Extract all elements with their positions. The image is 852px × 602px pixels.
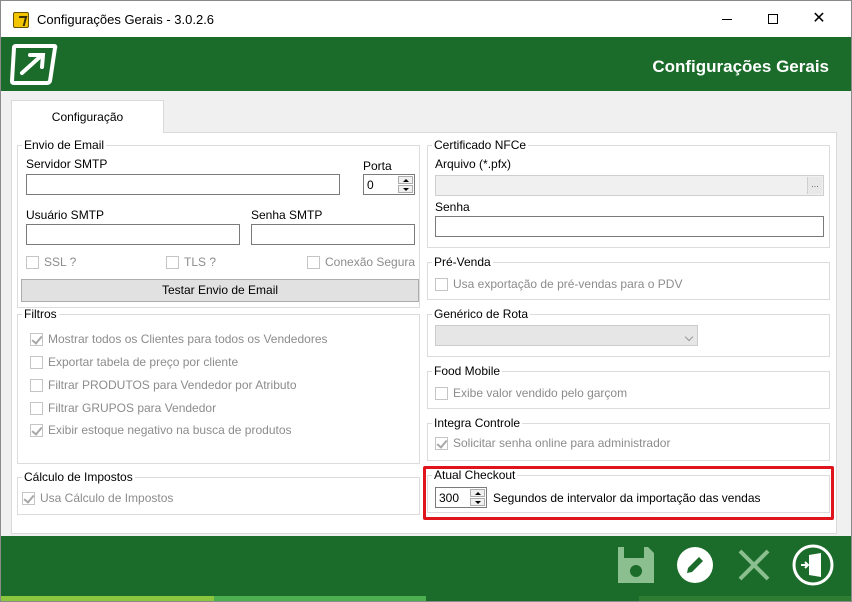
smtp-password-label: Senha SMTP bbox=[251, 208, 323, 222]
spin-up-icon[interactable] bbox=[398, 176, 413, 184]
filter-checkbox-negative-stock[interactable]: Exibir estoque negativo na busca de prod… bbox=[30, 424, 292, 437]
secure-connection-label: Conexão Segura bbox=[325, 255, 416, 269]
save-icon[interactable] bbox=[614, 543, 658, 587]
checkbox-icon bbox=[435, 278, 448, 291]
edit-icon[interactable] bbox=[673, 543, 717, 587]
certificate-file-label: Arquivo (*.pfx) bbox=[435, 157, 512, 171]
ssl-label: SSL ? bbox=[44, 255, 77, 269]
filters-group: Filtros Mostrar todos os Clientes para t… bbox=[17, 308, 420, 464]
checkbox-icon bbox=[30, 402, 43, 415]
secure-connection-checkbox[interactable]: Conexão Segura bbox=[307, 256, 415, 269]
checkbox-checked-icon bbox=[22, 492, 35, 505]
browse-file-button[interactable]: ... bbox=[807, 177, 822, 194]
cancel-icon[interactable] bbox=[732, 543, 776, 587]
tls-checkbox[interactable]: TLS ? bbox=[166, 256, 216, 269]
smtp-password-input[interactable] bbox=[251, 224, 415, 245]
header-banner: Configurações Gerais bbox=[1, 37, 851, 91]
checkbox-icon bbox=[30, 379, 43, 392]
tls-label: TLS ? bbox=[184, 255, 217, 269]
maximize-button[interactable] bbox=[750, 1, 796, 37]
filter-checkbox-groups-for-seller[interactable]: Filtrar GRUPOS para Vendedor bbox=[30, 402, 216, 415]
port-stepper[interactable]: 0 bbox=[363, 174, 415, 195]
window-title: Configurações Gerais - 3.0.2.6 bbox=[37, 12, 215, 27]
route-select[interactable] bbox=[435, 325, 698, 346]
app-icon bbox=[13, 12, 29, 28]
filter-label: Mostrar todos os Clientes para todos os … bbox=[48, 332, 328, 346]
close-button[interactable]: ✕ bbox=[796, 1, 842, 37]
waiter-sales-checkbox[interactable]: Exibe valor vendido pelo garçom bbox=[435, 387, 627, 400]
checkbox-checked-icon bbox=[30, 333, 43, 346]
tab-configuracao[interactable]: Configuração bbox=[11, 100, 164, 133]
certificate-password-input[interactable] bbox=[435, 216, 824, 237]
stripe-segment bbox=[1, 596, 214, 601]
highlight-box bbox=[423, 466, 834, 520]
chevron-down-icon bbox=[684, 332, 694, 342]
filter-label: Exibir estoque negativo na busca de prod… bbox=[48, 423, 292, 437]
config-window: Configurações Gerais - 3.0.2.6 ✕ Configu… bbox=[0, 0, 852, 602]
ssl-checkbox[interactable]: SSL ? bbox=[26, 256, 76, 269]
minimize-button[interactable] bbox=[704, 1, 750, 37]
presale-export-checkbox[interactable]: Usa exportação de pré-vendas para o PDV bbox=[435, 278, 682, 291]
smtp-server-input[interactable] bbox=[26, 174, 340, 195]
test-email-button[interactable]: Testar Envio de Email bbox=[21, 279, 419, 302]
use-tax-calculation-label: Usa Cálculo de Impostos bbox=[40, 491, 174, 505]
filter-label: Filtrar PRODUTOS para Vendedor por Atrib… bbox=[48, 378, 297, 392]
checkbox-icon bbox=[307, 256, 320, 269]
smtp-user-input[interactable] bbox=[26, 224, 240, 245]
filters-group-label: Filtros bbox=[22, 307, 59, 321]
checkbox-checked-icon bbox=[30, 424, 43, 437]
footer-toolbar bbox=[1, 536, 851, 596]
food-mobile-group: Food Mobile Exibe valor vendido pelo gar… bbox=[427, 365, 830, 409]
filter-checkbox-export-price-table[interactable]: Exportar tabela de preço por cliente bbox=[30, 356, 238, 369]
presale-group: Pré-Venda Usa exportação de pré-vendas p… bbox=[427, 256, 830, 300]
title-bar: Configurações Gerais - 3.0.2.6 ✕ bbox=[1, 1, 851, 37]
route-group: Genérico de Rota bbox=[427, 308, 830, 357]
logo-icon bbox=[10, 44, 58, 85]
filter-label: Exportar tabela de preço por cliente bbox=[48, 355, 239, 369]
stripe-segment bbox=[638, 596, 851, 601]
certificate-file-input[interactable]: ... bbox=[435, 175, 824, 196]
port-value: 0 bbox=[367, 178, 374, 192]
filter-label: Filtrar GRUPOS para Vendedor bbox=[48, 401, 217, 415]
stripe-segment bbox=[213, 596, 426, 601]
checkbox-icon bbox=[166, 256, 179, 269]
presale-export-label: Usa exportação de pré-vendas para o PDV bbox=[453, 277, 683, 291]
minimize-icon bbox=[722, 19, 732, 20]
admin-online-password-label: Solicitar senha online para administrado… bbox=[453, 436, 671, 450]
integra-group: Integra Controle Solicitar senha online … bbox=[427, 417, 830, 461]
close-icon: ✕ bbox=[812, 10, 826, 27]
checkbox-icon bbox=[26, 256, 39, 269]
nfce-group: Certificado NFCe Arquivo (*.pfx) ... Sen… bbox=[427, 139, 830, 248]
filter-checkbox-products-by-attribute[interactable]: Filtrar PRODUTOS para Vendedor por Atrib… bbox=[30, 379, 297, 392]
email-group-label: Envio de Email bbox=[22, 138, 107, 152]
smtp-user-label: Usuário SMTP bbox=[26, 208, 105, 222]
checkbox-checked-icon bbox=[435, 437, 448, 450]
port-spin-buttons[interactable] bbox=[398, 176, 413, 193]
checkbox-icon bbox=[435, 387, 448, 400]
nfce-group-label: Certificado NFCe bbox=[432, 138, 529, 152]
use-tax-calculation-checkbox[interactable]: Usa Cálculo de Impostos bbox=[22, 492, 173, 505]
taxes-group-label: Cálculo de Impostos bbox=[22, 470, 135, 484]
header-title: Configurações Gerais bbox=[652, 57, 829, 76]
checkbox-icon bbox=[30, 356, 43, 369]
smtp-server-label: Servidor SMTP bbox=[26, 157, 108, 171]
footer-stripe bbox=[1, 596, 851, 601]
waiter-sales-label: Exibe valor vendido pelo garçom bbox=[453, 386, 628, 400]
integra-group-label: Integra Controle bbox=[432, 416, 523, 430]
stripe-segment bbox=[426, 596, 639, 601]
maximize-icon bbox=[768, 14, 778, 24]
food-mobile-group-label: Food Mobile bbox=[432, 364, 503, 378]
route-group-label: Genérico de Rota bbox=[432, 307, 531, 321]
email-group: Envio de Email Servidor SMTP Porta 0 Usu… bbox=[17, 139, 420, 308]
filter-checkbox-show-all-clients[interactable]: Mostrar todos os Clientes para todos os … bbox=[30, 333, 328, 346]
presale-group-label: Pré-Venda bbox=[432, 255, 493, 269]
exit-icon[interactable] bbox=[791, 543, 835, 587]
certificate-password-label: Senha bbox=[435, 200, 470, 214]
port-label: Porta bbox=[363, 159, 392, 173]
spin-down-icon[interactable] bbox=[398, 185, 413, 193]
taxes-group: Cálculo de Impostos Usa Cálculo de Impos… bbox=[17, 471, 420, 515]
admin-online-password-checkbox[interactable]: Solicitar senha online para administrado… bbox=[435, 437, 670, 450]
